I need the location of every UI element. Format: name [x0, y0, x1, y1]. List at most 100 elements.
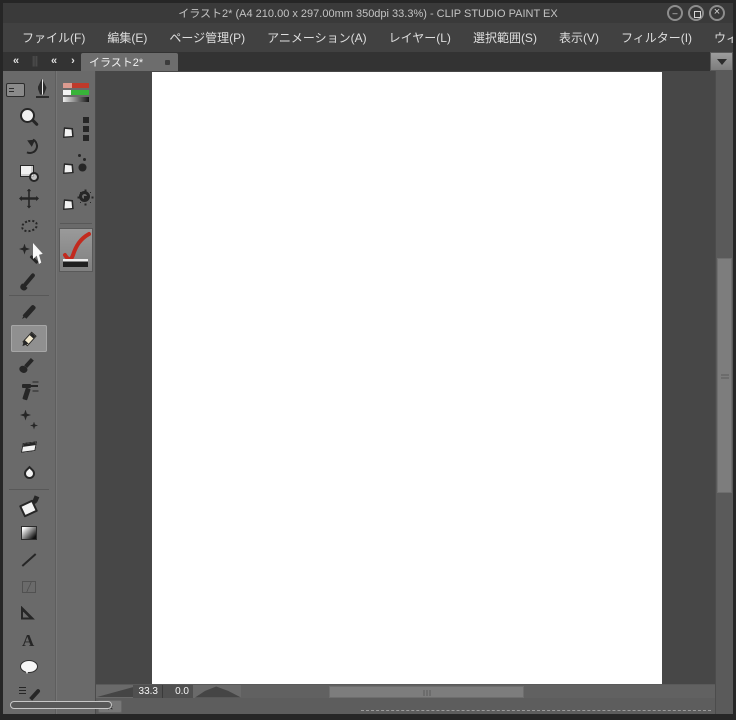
pen-nib-icon	[58, 195, 78, 215]
document-tab-label: イラスト2*	[89, 57, 144, 69]
dots-icon	[78, 154, 81, 157]
menu-edit[interactable]: 編集(E)	[98, 26, 156, 49]
pencil-tool[interactable]	[11, 325, 47, 352]
menu-selection[interactable]: 選択範囲(S)	[464, 26, 546, 49]
decoration-tool[interactable]	[11, 406, 47, 433]
gradient-icon	[21, 525, 37, 540]
pencil-icon	[21, 330, 37, 347]
operation-icon	[18, 161, 40, 183]
subtool-palette	[56, 71, 96, 714]
maximize-button[interactable]	[688, 5, 704, 21]
quill-icon	[32, 78, 54, 100]
pencil-group-colors-group[interactable]	[57, 75, 95, 111]
document-tab[interactable]: イラスト2*	[81, 53, 178, 71]
fill-icon	[18, 495, 40, 517]
pen-icon	[22, 304, 36, 319]
main-area: 33.3 0.0 «	[3, 71, 733, 714]
rotate-icon	[18, 134, 40, 156]
menu-view[interactable]: 表示(V)	[550, 26, 608, 49]
rotation-value[interactable]: 0.0	[163, 685, 193, 698]
title-bar[interactable]: イラスト2* (A4 210.00 x 297.00mm 350dpi 33.3…	[3, 3, 733, 23]
subtool-divider	[60, 223, 92, 224]
quill-pen-tool[interactable]	[30, 75, 55, 102]
pencil-group-dots-group[interactable]	[57, 147, 95, 183]
zoom-slider-icon[interactable]	[97, 687, 133, 697]
toolbar-divider	[9, 489, 49, 490]
tool-list	[3, 104, 55, 708]
canvas-zoom-bar: 33.3 0.0	[96, 684, 715, 698]
tab-list-button: |||	[31, 55, 39, 67]
blend-tool[interactable]	[11, 460, 47, 487]
figure-icon	[21, 552, 37, 567]
pen-gear-icon	[61, 188, 91, 214]
airbrush-icon	[18, 382, 40, 404]
horizontal-scrollbar-thumb[interactable]	[329, 686, 524, 698]
pen-nib-icon	[58, 159, 78, 179]
brush-tool[interactable]	[11, 352, 47, 379]
menu-filter[interactable]: フィルター(I)	[612, 26, 701, 49]
pen-nib-icon	[58, 123, 78, 143]
tab-overflow-button[interactable]	[710, 52, 733, 71]
canvas-area[interactable]	[96, 71, 715, 684]
tricolor-bars-icon	[62, 83, 90, 103]
fill-tool[interactable]	[11, 492, 47, 519]
tool-palette-top-row	[3, 73, 55, 104]
rotate-tool[interactable]	[11, 131, 47, 158]
selection-tool[interactable]	[11, 212, 47, 239]
app-window: イラスト2* (A4 210.00 x 297.00mm 350dpi 33.3…	[0, 0, 736, 720]
menu-page-manage[interactable]: ページ管理(P)	[160, 26, 254, 49]
pen-dots-icon	[61, 152, 91, 178]
gradient-tool[interactable]	[11, 519, 47, 546]
zoom-tool[interactable]	[11, 104, 47, 131]
rotation-slider-icon[interactable]	[195, 686, 241, 698]
tab-bar: «||| «› イラスト2*	[3, 52, 733, 71]
prev-tab-button[interactable]: «	[45, 53, 62, 70]
eraser-tool[interactable]	[11, 433, 47, 460]
resize-dashed-line	[361, 710, 711, 711]
menu-file[interactable]: ファイル(F)	[13, 26, 94, 49]
ruler-tool[interactable]	[11, 600, 47, 627]
decoration-icon	[18, 409, 40, 431]
window-controls: – ×	[667, 5, 725, 21]
operation-tool[interactable]	[11, 158, 47, 185]
minimize-button[interactable]: –	[667, 5, 683, 21]
scrollbar-grip-icon	[720, 373, 729, 378]
airbrush-tool[interactable]	[11, 379, 47, 406]
menu-layer[interactable]: レイヤー(L)	[380, 26, 460, 49]
move-tool[interactable]	[11, 185, 47, 212]
horizontal-scrollbar[interactable]	[241, 685, 715, 698]
canvas-page[interactable]	[152, 72, 662, 684]
figure-tool[interactable]	[11, 546, 47, 573]
tab-modified-dot-icon[interactable]	[165, 59, 170, 65]
ruler-icon	[18, 603, 40, 625]
menu-animation[interactable]: アニメーション(A)	[258, 26, 376, 49]
subtool-group-list	[57, 75, 95, 219]
eyedropper-tool[interactable]	[11, 266, 47, 293]
text-tool[interactable]	[11, 627, 47, 654]
menu-window[interactable]: ウィンドウ(W)	[705, 26, 733, 49]
stroke-preview[interactable]	[59, 228, 93, 272]
balloon-icon	[18, 657, 40, 679]
balloon-tool[interactable]	[11, 654, 47, 681]
tool-palette	[3, 71, 56, 714]
dropper-icon	[22, 272, 36, 287]
squares-icon	[83, 117, 89, 123]
frame-icon	[22, 580, 36, 593]
pencil-group-squares-group[interactable]	[57, 111, 95, 147]
vertical-scrollbar-thumb[interactable]	[717, 258, 732, 493]
auto-select-tool[interactable]	[11, 239, 47, 266]
panel-layout-tool[interactable]	[3, 75, 28, 102]
blend-icon	[21, 465, 37, 482]
red-stroke-preview-icon	[63, 232, 91, 267]
zoom-icon	[18, 107, 40, 129]
zoom-value[interactable]: 33.3	[133, 685, 163, 698]
pencil-group-settings-group[interactable]	[57, 183, 95, 219]
close-button[interactable]: ×	[709, 5, 725, 21]
frame-border-tool[interactable]	[11, 573, 47, 600]
next-tab-button[interactable]: ›	[64, 53, 81, 70]
pen-tool[interactable]	[11, 298, 47, 325]
scrollbar-grip-icon	[423, 690, 430, 696]
vertical-scrollbar[interactable]	[715, 71, 733, 714]
collapse-tabs-button[interactable]: «	[7, 53, 24, 70]
toolbar-scroll-capsule[interactable]	[10, 701, 112, 709]
